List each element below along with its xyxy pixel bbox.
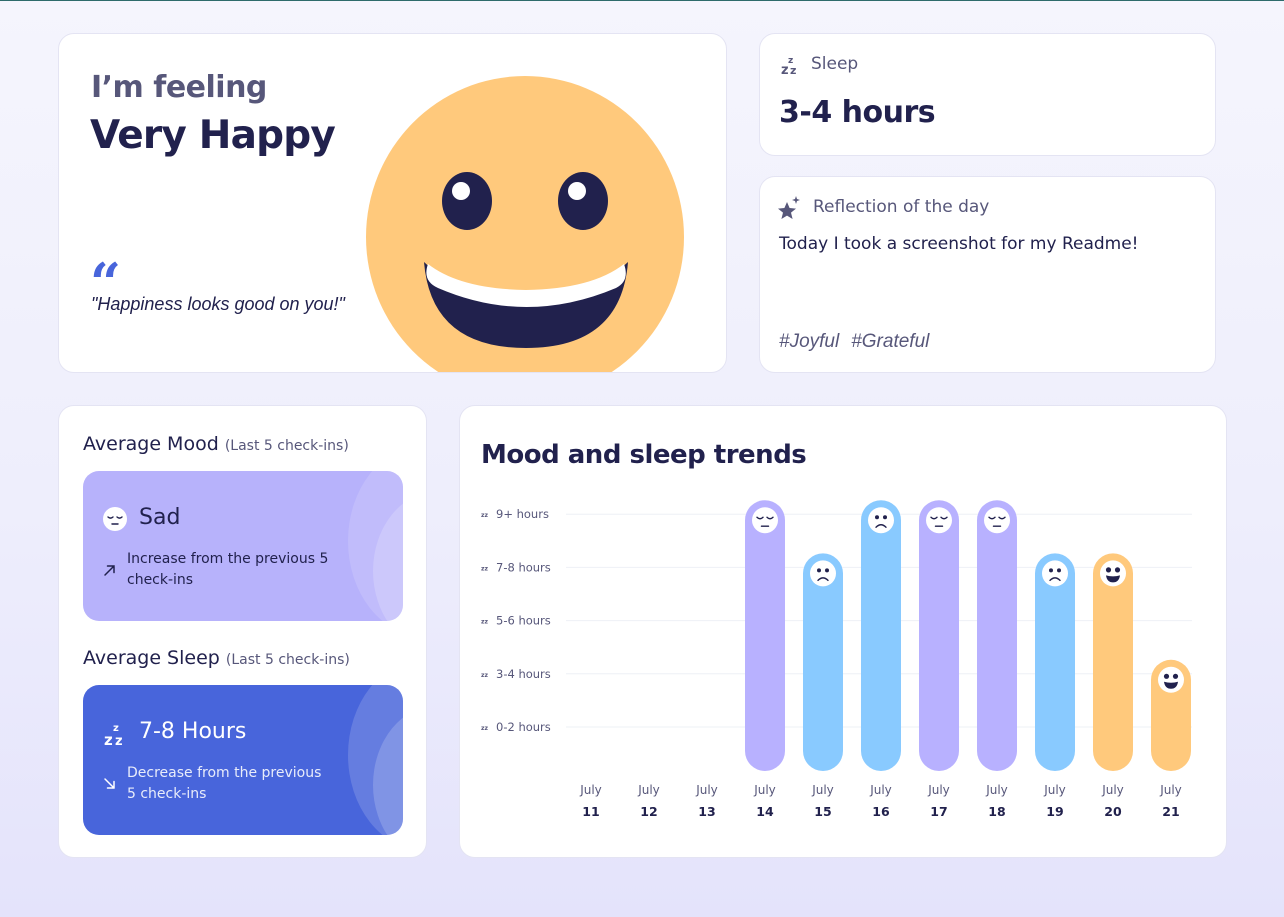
x-axis-month-label: July [695, 783, 718, 797]
x-axis-day-label: 15 [814, 804, 831, 819]
face-eye [1049, 568, 1053, 573]
face-eye [875, 515, 879, 520]
sleep-tile-decoration [348, 685, 403, 835]
bar-face-icon-tired [926, 507, 952, 534]
quote-icon: “ [90, 256, 121, 286]
average-mood-note: Increase from the previous 5 check-ins [127, 551, 329, 588]
bar-face-icon-frown [810, 560, 836, 587]
sleep-label: Sleep [811, 54, 859, 74]
face-eye [1163, 673, 1170, 679]
tag-joyful: #Joyful [779, 331, 840, 352]
bar-face-icon-smile [1158, 666, 1184, 693]
bar-face-icon-smile [1100, 560, 1126, 587]
average-mood-heading: Average Mood (Last 5 check-ins) [83, 433, 349, 455]
face-eye [1057, 568, 1061, 573]
sleep-card: z z z Sleep 3-4 hours [759, 33, 1216, 156]
x-axis-day-label: 12 [640, 804, 657, 819]
bar-day-17 [919, 500, 959, 771]
x-axis-month-label: July [985, 783, 1008, 797]
arrow-down-right-icon [104, 778, 115, 789]
x-axis-month-label: July [753, 783, 776, 797]
x-axis-month-label: July [1043, 783, 1066, 797]
very-happy-face-icon [366, 76, 684, 372]
x-axis-month-label: July [579, 783, 602, 797]
mood-tile-decoration [348, 471, 403, 621]
reflection-card: Reflection of the day Today I took a scr… [759, 176, 1216, 373]
bar-day-16 [861, 500, 901, 771]
y-axis-sleep-icon: zz [481, 512, 488, 519]
average-sleep-subheading: (Last 5 check-ins) [225, 652, 350, 668]
mood-sleep-chart: zz 0-2 hours zz 3-4 hours zz 5-6 hours zz 7-8 h… [481, 500, 1192, 819]
x-axis-day-label: 14 [756, 804, 774, 819]
x-axis-month-label: July [637, 783, 660, 797]
arrow-up-right-icon [104, 565, 115, 576]
face-eye [825, 568, 829, 573]
bar-day-14 [745, 500, 785, 771]
average-sleep-value: 7-8 Hours [139, 719, 247, 744]
sleep-zzz-icon: z z z [104, 723, 123, 747]
trends-card: Mood and sleep trends zz 0-2 hours zz 3-4 h… [459, 405, 1227, 858]
x-axis-day-label: 13 [698, 804, 715, 819]
y-axis-sleep-icon: zz [481, 672, 488, 679]
bar-face-icon-tired [984, 507, 1010, 534]
x-axis-day-label: 18 [988, 804, 1005, 819]
svg-text:z: z [790, 64, 796, 76]
reflection-tags: #Joyful #Grateful [779, 331, 929, 353]
y-axis-label: 3-4 hours [496, 667, 551, 681]
x-axis-day-label: 21 [1162, 804, 1179, 819]
average-sleep-heading: Average Sleep (Last 5 check-ins) [83, 647, 350, 669]
face-eye [1114, 567, 1121, 573]
face-eye [1105, 567, 1112, 573]
face-eye [883, 515, 887, 520]
sparkle-stars-icon [778, 196, 800, 219]
window-top-border [0, 0, 1284, 1]
bar-face-icon-frown [1042, 560, 1068, 587]
x-axis-month-label: July [811, 783, 834, 797]
sad-face-icon [103, 507, 127, 531]
y-axis-sleep-icon: zz [481, 565, 488, 572]
y-axis-label: 5-6 hours [496, 614, 551, 628]
face-eye [817, 568, 821, 573]
feeling-mood: Very Happy [90, 113, 336, 158]
average-mood-heading-text: Average Mood [83, 433, 219, 455]
reflection-text: Today I took a screenshot for my Readme! [779, 234, 1139, 254]
average-mood-tile: Sad Increase from the previous 5 check-i… [83, 471, 403, 621]
x-axis-day-label: 16 [872, 804, 890, 819]
average-sleep-note: Decrease from the previous 5 check-ins [127, 765, 322, 802]
sleep-value: 3-4 hours [779, 95, 936, 130]
reflection-label: Reflection of the day [813, 197, 990, 217]
x-axis-month-label: July [1159, 783, 1182, 797]
bar-face-icon-frown [868, 507, 894, 534]
svg-text:z: z [113, 723, 119, 734]
average-mood-value: Sad [139, 505, 181, 530]
x-axis-day-label: 17 [930, 804, 947, 819]
bar-day-18 [977, 500, 1017, 771]
sleep-zzz-icon: z z z [781, 56, 796, 76]
tag-grateful: #Grateful [851, 331, 930, 352]
svg-text:z: z [115, 734, 123, 747]
feeling-prefix: I’m feeling [91, 70, 267, 105]
average-sleep-heading-text: Average Sleep [83, 647, 220, 669]
average-mood-subheading: (Last 5 check-ins) [224, 438, 349, 454]
y-axis-sleep-icon: zz [481, 725, 488, 732]
feeling-quote: "Happiness looks good on you!" [91, 294, 345, 314]
y-axis-sleep-icon: zz [481, 619, 488, 626]
average-card: Average Mood (Last 5 check-ins) Sad Incr… [58, 405, 427, 858]
x-axis-month-label: July [869, 783, 892, 797]
y-axis-label: 9+ hours [496, 507, 549, 521]
x-axis-month-label: July [1101, 783, 1124, 797]
bar-face-icon-tired [752, 507, 778, 534]
y-axis-label: 7-8 hours [496, 560, 551, 574]
svg-text:z: z [104, 731, 113, 747]
x-axis-day-label: 20 [1104, 804, 1122, 819]
x-axis-month-label: July [927, 783, 950, 797]
x-axis-day-label: 19 [1046, 804, 1063, 819]
x-axis-day-label: 11 [582, 804, 599, 819]
feeling-card: I’m feeling Very Happy “ "Happiness look… [58, 33, 727, 373]
face-eye [1172, 673, 1179, 679]
average-sleep-tile: z z z 7-8 Hours Decrease from the previo… [83, 685, 403, 835]
svg-text:z: z [781, 63, 789, 76]
y-axis-label: 0-2 hours [496, 720, 551, 734]
